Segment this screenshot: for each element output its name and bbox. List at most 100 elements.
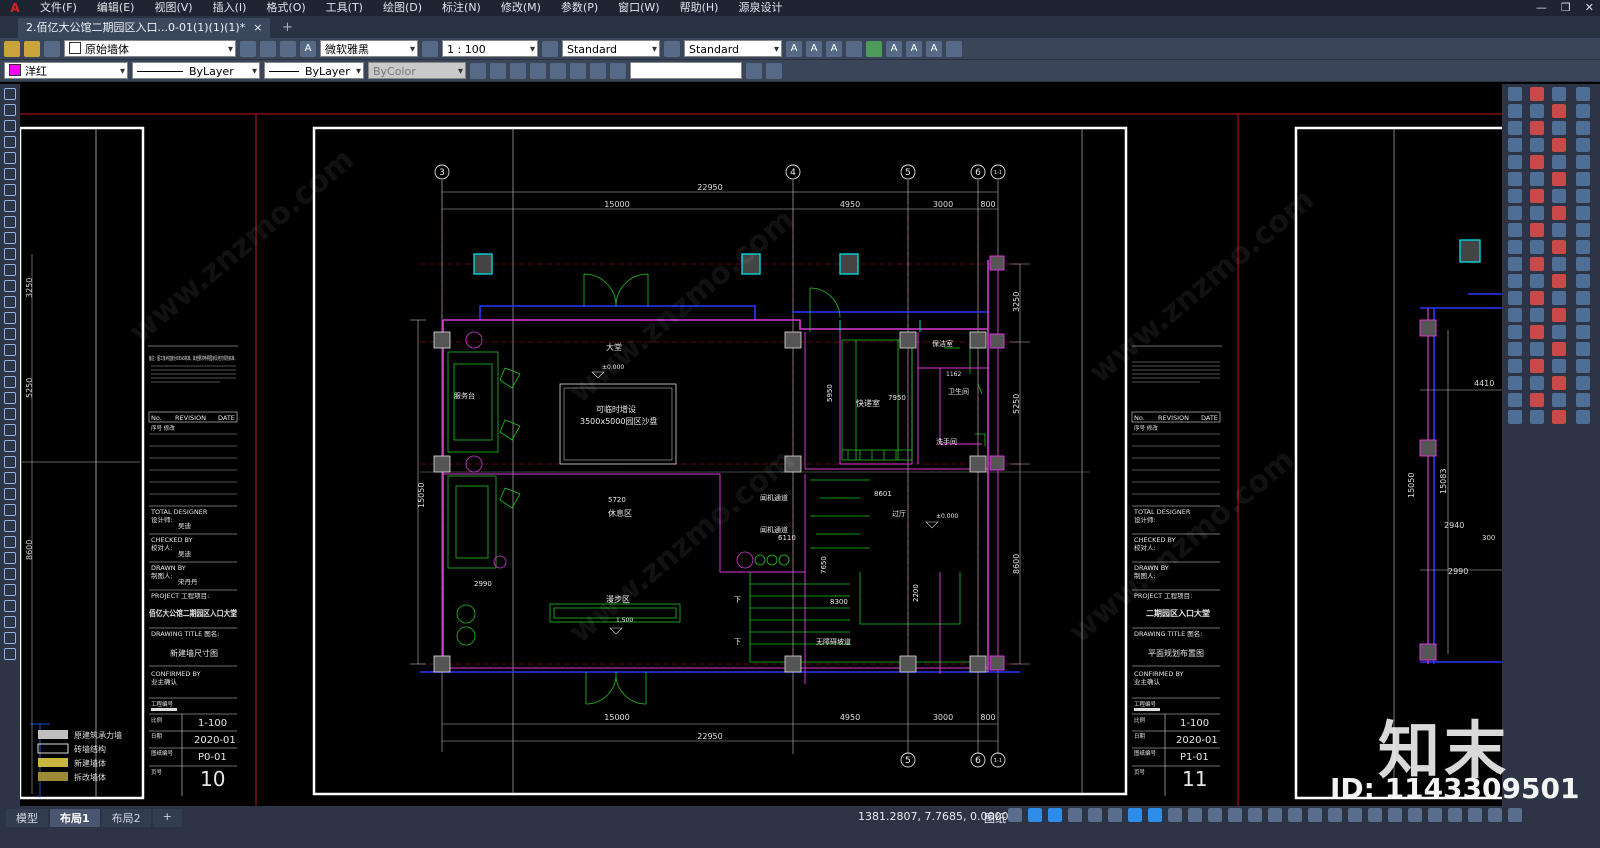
- plugin-bb-icon[interactable]: [1576, 104, 1590, 118]
- mirror-tool-icon[interactable]: [4, 440, 16, 452]
- plugin-bg-icon[interactable]: [1576, 189, 1590, 203]
- plugin-j-icon[interactable]: [1530, 240, 1544, 254]
- arc-tool-icon[interactable]: [4, 168, 16, 180]
- break-tool-icon[interactable]: [4, 584, 16, 596]
- plugin-ak-icon[interactable]: [1552, 359, 1566, 373]
- workspace-gear-icon[interactable]: [1348, 808, 1362, 822]
- plugin-ba-icon[interactable]: [1576, 87, 1590, 101]
- plugin-t-icon[interactable]: [1530, 410, 1544, 424]
- dim-style-select[interactable]: Standard: [562, 40, 660, 57]
- isodraft-icon[interactable]: [1108, 808, 1122, 822]
- copy-icon[interactable]: [490, 62, 506, 79]
- xline-tool-icon[interactable]: [4, 104, 16, 116]
- plugin-bk-icon[interactable]: [1576, 257, 1590, 271]
- plugin-bf-icon[interactable]: [1576, 172, 1590, 186]
- plugin-u-icon[interactable]: [1552, 87, 1566, 101]
- menu-modify[interactable]: 修改(M): [491, 0, 551, 16]
- lineweight-icon[interactable]: [1168, 808, 1182, 822]
- mleader-style-icon[interactable]: [664, 40, 680, 57]
- tolerance-icon[interactable]: [1508, 308, 1522, 322]
- tab-layout-1[interactable]: 布局1: [50, 809, 100, 827]
- array-icon[interactable]: [570, 62, 586, 79]
- snap-mode-icon[interactable]: [1048, 808, 1062, 822]
- object-snap-icon[interactable]: [1148, 808, 1162, 822]
- rotate-tool-icon[interactable]: [4, 504, 16, 516]
- hardware-acceleration-icon[interactable]: [1468, 808, 1482, 822]
- layer-manager-icon[interactable]: [240, 40, 256, 57]
- plugin-n-icon[interactable]: [1530, 308, 1544, 322]
- dim-space-icon[interactable]: [1508, 274, 1522, 288]
- plugin-bj-icon[interactable]: [1576, 240, 1590, 254]
- document-tab[interactable]: 2.佰亿大公馆二期园区入口...0-01(1)(1)(1)* ×: [18, 18, 271, 38]
- polygon-tool-icon[interactable]: [4, 136, 16, 148]
- isolate-objects-icon[interactable]: [1448, 808, 1462, 822]
- dim-update-icon[interactable]: [1508, 410, 1522, 424]
- make-block-icon[interactable]: [4, 280, 16, 292]
- add-selected-icon[interactable]: [4, 392, 16, 404]
- plugin-g-icon[interactable]: [1530, 189, 1544, 203]
- viewports-icon[interactable]: [746, 62, 762, 79]
- match-properties-icon[interactable]: [610, 62, 626, 79]
- units-icon[interactable]: [1388, 808, 1402, 822]
- text-style-icon[interactable]: A: [300, 40, 316, 57]
- inspection-icon[interactable]: [1508, 342, 1522, 356]
- plugin-z-icon[interactable]: [1552, 172, 1566, 186]
- menu-help[interactable]: 帮助(H): [670, 0, 729, 16]
- dim-jogged-icon[interactable]: [1508, 172, 1522, 186]
- find-text-icon[interactable]: [846, 40, 862, 57]
- layer-previous-icon[interactable]: [260, 40, 276, 57]
- mtext-icon[interactable]: A: [806, 40, 822, 57]
- plugin-bc-icon[interactable]: [1576, 121, 1590, 135]
- annotation-monitor-icon[interactable]: [1368, 808, 1382, 822]
- restore-icon[interactable]: ❐: [1561, 0, 1571, 16]
- table-tool-icon[interactable]: [4, 360, 16, 372]
- ellipse-tool-icon[interactable]: [4, 232, 16, 244]
- layer-match-icon[interactable]: [280, 40, 296, 57]
- menu-parametric[interactable]: 参数(P): [551, 0, 608, 16]
- gizmo-icon[interactable]: [1288, 808, 1302, 822]
- plugin-ah-icon[interactable]: [1552, 308, 1566, 322]
- app-logo-icon[interactable]: A: [0, 0, 30, 16]
- plugin-bq-icon[interactable]: [1576, 359, 1590, 373]
- offset-tool-icon[interactable]: [4, 456, 16, 468]
- scale-tool-icon[interactable]: [4, 520, 16, 532]
- plugin-bd-icon[interactable]: [1576, 138, 1590, 152]
- plugin-s-icon[interactable]: [1530, 393, 1544, 407]
- drawing-canvas[interactable]: 3250 5250 8600 原建筑承力墙 砖墙结构 新建墙体 拆改墙体 备注：…: [20, 84, 1502, 806]
- lineweight-select[interactable]: ByLayer: [264, 62, 364, 79]
- plugin-be-icon[interactable]: [1576, 155, 1590, 169]
- text-justify-icon[interactable]: A: [906, 40, 922, 57]
- plugin-r-icon[interactable]: [1530, 376, 1544, 390]
- dim-angular-icon[interactable]: [1508, 206, 1522, 220]
- plugin-e-icon[interactable]: [1530, 155, 1544, 169]
- selection-filter-icon[interactable]: [1268, 808, 1282, 822]
- plugin-am-icon[interactable]: [1552, 393, 1566, 407]
- plugin-br-icon[interactable]: [1576, 376, 1590, 390]
- dim-aligned-icon[interactable]: [1508, 104, 1522, 118]
- explode-tool-icon[interactable]: [4, 648, 16, 660]
- hatch-tool-icon[interactable]: [4, 312, 16, 324]
- layer-freeze-icon[interactable]: [24, 40, 40, 57]
- plugin-aa-icon[interactable]: [1552, 189, 1566, 203]
- annotation-visibility-icon[interactable]: [1308, 808, 1322, 822]
- plugin-ae-icon[interactable]: [1552, 257, 1566, 271]
- drawing-svg[interactable]: 3250 5250 8600 原建筑承力墙 砖墙结构 新建墙体 拆改墙体 备注：…: [20, 84, 1502, 806]
- plugin-af-icon[interactable]: [1552, 274, 1566, 288]
- polar-tracking-icon[interactable]: [1088, 808, 1102, 822]
- plugin-bi-icon[interactable]: [1576, 223, 1590, 237]
- center-mark-icon[interactable]: [1508, 325, 1522, 339]
- plugin-o-icon[interactable]: [1530, 325, 1544, 339]
- array-tool-icon[interactable]: [4, 472, 16, 484]
- tab-layout-2[interactable]: 布局2: [101, 809, 151, 827]
- revcloud-tool-icon[interactable]: [4, 200, 16, 212]
- plugin-p-icon[interactable]: [1530, 342, 1544, 356]
- dim-text-edit-icon[interactable]: [1508, 393, 1522, 407]
- plugin-i-icon[interactable]: [1530, 223, 1544, 237]
- dim-continue-icon[interactable]: [1508, 257, 1522, 271]
- block-icon[interactable]: [510, 62, 526, 79]
- plugin-q-icon[interactable]: [1530, 359, 1544, 373]
- menu-format[interactable]: 格式(O): [256, 0, 315, 16]
- menu-edit[interactable]: 编辑(E): [87, 0, 145, 16]
- menu-dimension[interactable]: 标注(N): [432, 0, 491, 16]
- color-select[interactable]: 洋红: [4, 62, 128, 79]
